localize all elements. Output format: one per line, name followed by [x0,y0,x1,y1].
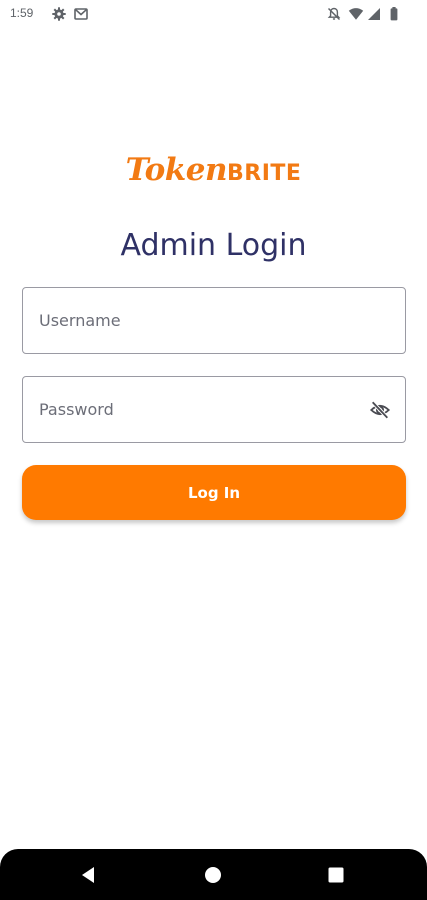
login-button[interactable]: Log In [22,465,406,520]
username-input[interactable] [23,288,405,353]
username-field[interactable] [22,287,406,354]
password-field[interactable] [22,376,406,443]
wifi-icon [348,8,364,20]
navigation-bar [0,849,427,900]
recents-icon[interactable] [324,863,348,887]
status-bar: 1:59 [0,0,427,30]
back-icon[interactable] [77,863,101,887]
home-icon[interactable] [201,863,225,887]
logo-script-text: Token [125,152,228,188]
settings-icon [52,7,66,21]
logo-caps-text: BRITE [227,161,302,186]
status-time: 1:59 [10,6,34,20]
password-input[interactable] [23,377,405,442]
page-title: Admin Login [120,228,307,263]
signal-icon [368,8,380,20]
tokenbrite-logo: TokenBRITE [0,148,427,197]
visibility-off-icon[interactable] [369,399,391,421]
notifications-off-icon [327,7,341,21]
gmail-icon [74,8,88,20]
battery-icon [390,7,398,21]
